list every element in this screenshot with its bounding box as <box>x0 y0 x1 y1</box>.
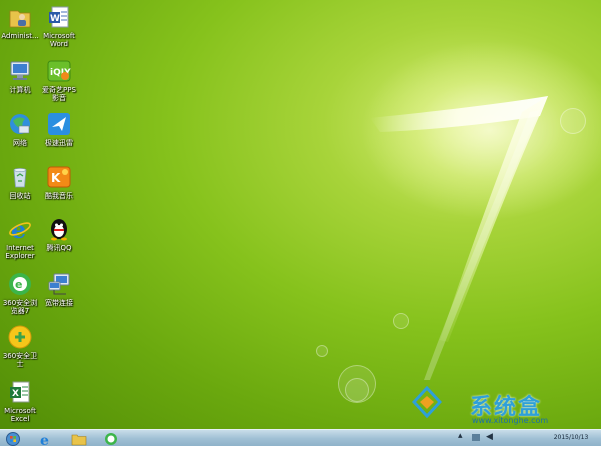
icon-label: 爱奇艺PPS 影音 <box>42 86 76 102</box>
volume-tray-icon[interactable]: ◀ <box>486 432 493 442</box>
desktop-icon-computer[interactable]: 计算机 <box>0 58 40 94</box>
icon-label: 360安全卫士 <box>2 352 38 368</box>
bokeh-circle <box>316 345 328 357</box>
icon-label: 宽带连接 <box>45 299 73 307</box>
desktop-icon-internet-explorer[interactable]: e Internet Explorer <box>0 215 40 260</box>
desktop-icon-xunlei[interactable]: 极速迅雷 <box>39 111 79 147</box>
360-browser-icon: e <box>7 271 33 297</box>
folder-user-icon <box>7 4 33 30</box>
bokeh-circle <box>345 378 369 402</box>
svg-text:X: X <box>12 389 19 399</box>
taskbar-ie-button[interactable]: e <box>36 431 54 449</box>
taskbar: e ▴ ◀ 2015/10/13 <box>0 429 601 449</box>
folder-icon <box>71 434 87 446</box>
desktop-icon-microsoft-excel[interactable]: X Microsoft Excel <box>0 379 40 423</box>
icon-label: 极速迅雷 <box>45 139 73 147</box>
svg-text:W: W <box>50 14 60 24</box>
icon-label: Administ... <box>1 32 39 40</box>
kuwo-icon: K <box>46 164 72 190</box>
word-icon: W <box>46 4 72 30</box>
bokeh-circle <box>393 313 409 329</box>
icon-label: Microsoft Excel <box>4 407 36 423</box>
360-security-icon <box>7 324 33 350</box>
computer-icon <box>7 58 33 84</box>
desktop-icon-recycle-bin[interactable]: 回收站 <box>0 164 40 200</box>
desktop-icon-360-browser[interactable]: e 360安全浏览器7 <box>0 271 40 315</box>
icon-label: 回收站 <box>9 192 31 200</box>
icon-label: 360安全浏览器7 <box>2 299 38 315</box>
broadband-icon <box>46 271 72 297</box>
ie-icon: e <box>40 433 49 449</box>
watermark-url: www.xitonghe.com <box>472 416 549 425</box>
icon-label: 酷我音乐 <box>45 192 73 200</box>
desktop-icon-iqiyi-pps[interactable]: iQIY 爱奇艺PPS 影音 <box>39 58 79 102</box>
ie-icon: e <box>7 215 33 244</box>
taskbar-360-browser-button[interactable] <box>102 431 120 445</box>
desktop-icon-kuwo[interactable]: K 酷我音乐 <box>39 164 79 200</box>
system-tray: ▴ ◀ <box>458 431 558 445</box>
desktop-icon-360-security[interactable]: 360安全卫士 <box>0 324 40 368</box>
bokeh-circle <box>560 108 586 134</box>
svg-text:K: K <box>51 171 61 185</box>
desktop-icon-microsoft-word[interactable]: W Microsoft Word <box>39 4 79 48</box>
icon-label: Internet Explorer <box>5 244 35 260</box>
desktop-icon-qq[interactable]: 腾讯QQ <box>39 216 79 252</box>
windows-7-logo-shape <box>370 96 548 380</box>
clock-date: 2015/10/13 <box>553 434 589 441</box>
xitonghe-logo-icon <box>412 386 442 419</box>
network-icon <box>7 111 33 137</box>
excel-icon: X <box>7 379 33 405</box>
taskbar-explorer-button[interactable] <box>70 431 88 446</box>
desktop-icon-network[interactable]: 网络 <box>0 111 40 147</box>
recycle-bin-icon <box>7 164 33 190</box>
tray-arrow-icon[interactable]: ▴ <box>458 431 463 441</box>
xunlei-icon <box>46 111 72 137</box>
network-tray-icon[interactable] <box>472 434 480 441</box>
xitonghe-watermark: 系统盒 www.xitonghe.com <box>412 386 562 426</box>
desktop-wallpaper: Administ... 计算机 网络 回收站 e Internet Explor… <box>0 0 601 445</box>
desktop-icon-broadband[interactable]: 宽带连接 <box>39 271 79 307</box>
desktop-icon-administrator[interactable]: Administ... <box>0 4 40 40</box>
iqiyi-pps-icon: iQIY <box>46 58 72 84</box>
icon-label: 计算机 <box>9 86 31 94</box>
taskbar-clock[interactable]: 2015/10/13 <box>548 431 594 445</box>
icon-label: Microsoft Word <box>43 32 75 48</box>
icon-label: 网络 <box>13 139 27 147</box>
icon-label: 腾讯QQ <box>46 244 72 252</box>
svg-text:e: e <box>15 278 22 291</box>
qq-icon <box>46 216 72 242</box>
360-browser-icon <box>105 433 117 445</box>
svg-text:e: e <box>40 433 49 446</box>
start-button[interactable] <box>2 431 24 446</box>
